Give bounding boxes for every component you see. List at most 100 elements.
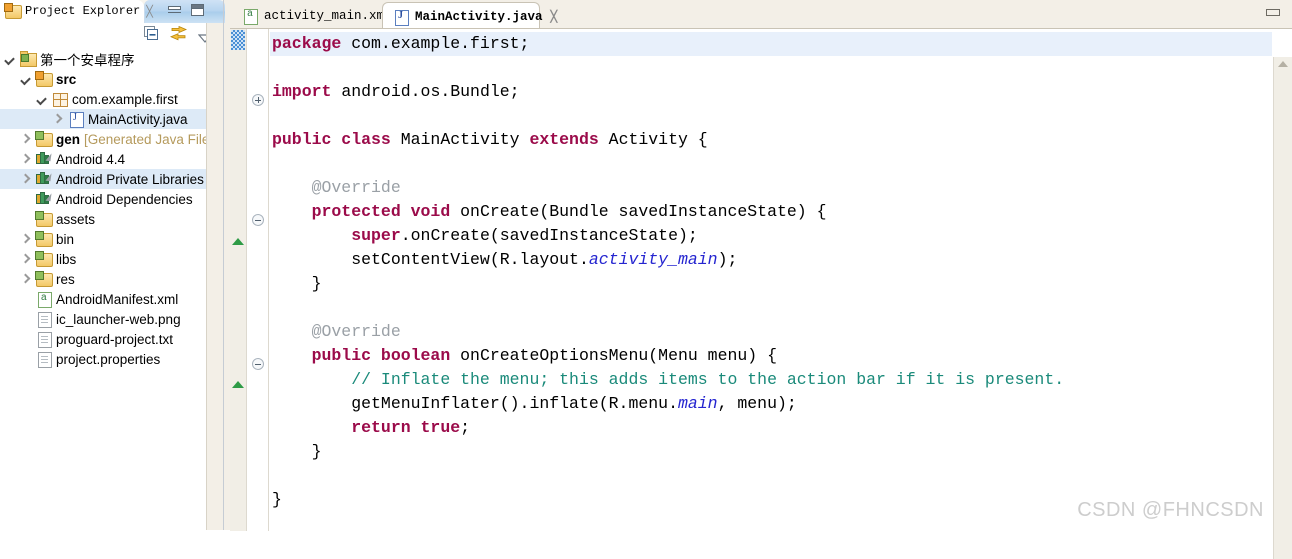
- code-line: @Override: [270, 176, 1272, 200]
- tree-item-label: assets: [56, 211, 96, 227]
- project-icon: [19, 51, 37, 67]
- code-token: }: [272, 274, 322, 293]
- tree-item[interactable]: ic_launcher-web.png: [0, 309, 206, 329]
- project-tree[interactable]: 第一个安卓程序 src com.example.first MainActivity.…: [0, 49, 206, 530]
- chevron-right-icon[interactable]: [20, 154, 31, 165]
- code-token: ;: [460, 418, 471, 437]
- editor-vertical-scrollbar[interactable]: [1273, 57, 1292, 559]
- project-explorer-scrollbar-track[interactable]: [209, 23, 223, 530]
- tree-item[interactable]: Android 4.4: [0, 149, 206, 169]
- tree-item[interactable]: assets: [0, 209, 206, 229]
- project-explorer-tab-row: Project Explorer ╳: [0, 0, 225, 23]
- annotation-ruler[interactable]: [230, 29, 247, 531]
- tree-item[interactable]: MainActivity.java: [0, 109, 206, 129]
- code-token: @Override: [272, 322, 401, 341]
- tree-item-label: gen: [56, 131, 81, 147]
- file-icon: [35, 331, 52, 348]
- tree-item-label: Android Dependencies: [56, 191, 193, 207]
- java-file-icon: [67, 111, 84, 128]
- chevron-right-icon[interactable]: [20, 254, 31, 265]
- tree-item-label: 第一个安卓程序: [40, 53, 135, 68]
- close-icon[interactable]: ╳: [551, 10, 558, 23]
- collapsed-region-marker: [232, 381, 244, 388]
- code-token: com.example.first;: [341, 34, 530, 53]
- tree-item[interactable]: src: [0, 69, 206, 89]
- chevron-right-icon[interactable]: [20, 174, 31, 185]
- folder-icon: [35, 271, 53, 287]
- tree-item[interactable]: 第一个安卓程序: [0, 49, 206, 69]
- tree-item[interactable]: bin: [0, 229, 206, 249]
- tab-activity-main-xml[interactable]: activity_main.xml: [232, 2, 392, 30]
- source-folder-icon: [35, 71, 53, 87]
- tree-item[interactable]: gen [Generated Java Files]: [0, 129, 206, 149]
- watermark: CSDN @FHNCSDN: [1077, 499, 1264, 521]
- code-token: );: [717, 250, 738, 269]
- fold-expand-icon[interactable]: [252, 94, 264, 106]
- code-token: onCreate(Bundle savedInstanceState) {: [450, 202, 827, 221]
- source-code-area[interactable]: package com.example.first; import android…: [270, 29, 1272, 531]
- folder-icon: [35, 231, 53, 247]
- collapsed-region-marker: [232, 238, 244, 245]
- tree-item[interactable]: AndroidManifest.xml: [0, 289, 206, 309]
- chevron-right-icon[interactable]: [52, 114, 63, 125]
- code-token: return true: [272, 418, 461, 437]
- tree-item-label: Android 4.4: [56, 151, 126, 167]
- chevron-right-icon[interactable]: [20, 234, 31, 245]
- minimize-icon[interactable]: [1266, 9, 1280, 16]
- folder-icon: [35, 211, 53, 227]
- tree-item[interactable]: Android Private Libraries: [0, 169, 206, 189]
- chevron-down-icon[interactable]: [36, 94, 47, 105]
- code-line: super.onCreate(savedInstanceState);: [270, 224, 1272, 248]
- tree-item[interactable]: libs: [0, 249, 206, 269]
- tree-item[interactable]: project.properties: [0, 349, 206, 369]
- tree-item-label: proguard-project.txt: [56, 331, 174, 347]
- code-token: main: [677, 394, 718, 413]
- maximize-icon[interactable]: [191, 4, 204, 16]
- chevron-down-icon[interactable]: [4, 54, 15, 65]
- link-with-editor-icon[interactable]: [169, 25, 188, 41]
- chevron-right-icon[interactable]: [20, 134, 31, 145]
- chevron-right-icon[interactable]: [20, 274, 31, 285]
- minimize-icon[interactable]: [168, 4, 181, 13]
- code-token: MainActivity: [390, 130, 530, 149]
- code-line: @Override: [270, 320, 1272, 344]
- code-line: public boolean onCreateOptionsMenu(Menu …: [270, 344, 1272, 368]
- file-icon: [35, 311, 52, 328]
- code-token: onCreateOptionsMenu(Menu menu) {: [450, 346, 777, 365]
- fold-collapse-icon[interactable]: [252, 358, 264, 370]
- folding-ruler[interactable]: [247, 29, 269, 531]
- explorer-editor-divider[interactable]: [223, 0, 224, 530]
- tab-project-explorer[interactable]: Project Explorer ╳: [0, 0, 153, 23]
- close-icon[interactable]: ╳: [146, 5, 153, 18]
- tree-item[interactable]: Android Dependencies: [0, 189, 206, 209]
- collapse-all-icon[interactable]: [144, 26, 159, 41]
- editor-body: package com.example.first; import android…: [230, 28, 1292, 559]
- package-icon: [51, 91, 68, 107]
- tree-item[interactable]: com.example.first: [0, 89, 206, 109]
- code-token: }: [272, 442, 322, 461]
- tree-item[interactable]: proguard-project.txt: [0, 329, 206, 349]
- fold-collapse-icon[interactable]: [252, 214, 264, 226]
- code-token: android.os.Bundle;: [331, 82, 520, 101]
- code-line: import android.os.Bundle;: [270, 80, 1272, 104]
- tree-item-label: src: [56, 71, 77, 87]
- code-token: @Override: [272, 178, 401, 197]
- folder-icon: [35, 251, 53, 267]
- code-line: setContentView(R.layout.activity_main);: [270, 248, 1272, 272]
- gen-folder-icon: [35, 131, 53, 147]
- tree-item-label: res: [56, 271, 75, 287]
- code-line: }: [270, 272, 1272, 296]
- code-token: getMenuInflater().inflate(R.menu.: [272, 394, 678, 413]
- tree-item-label: libs: [56, 251, 77, 267]
- tab-mainactivity-java[interactable]: MainActivity.java ╳: [382, 2, 557, 31]
- tree-item[interactable]: res: [0, 269, 206, 289]
- chevron-down-icon[interactable]: [20, 74, 31, 85]
- scroll-up-icon[interactable]: [1278, 61, 1288, 67]
